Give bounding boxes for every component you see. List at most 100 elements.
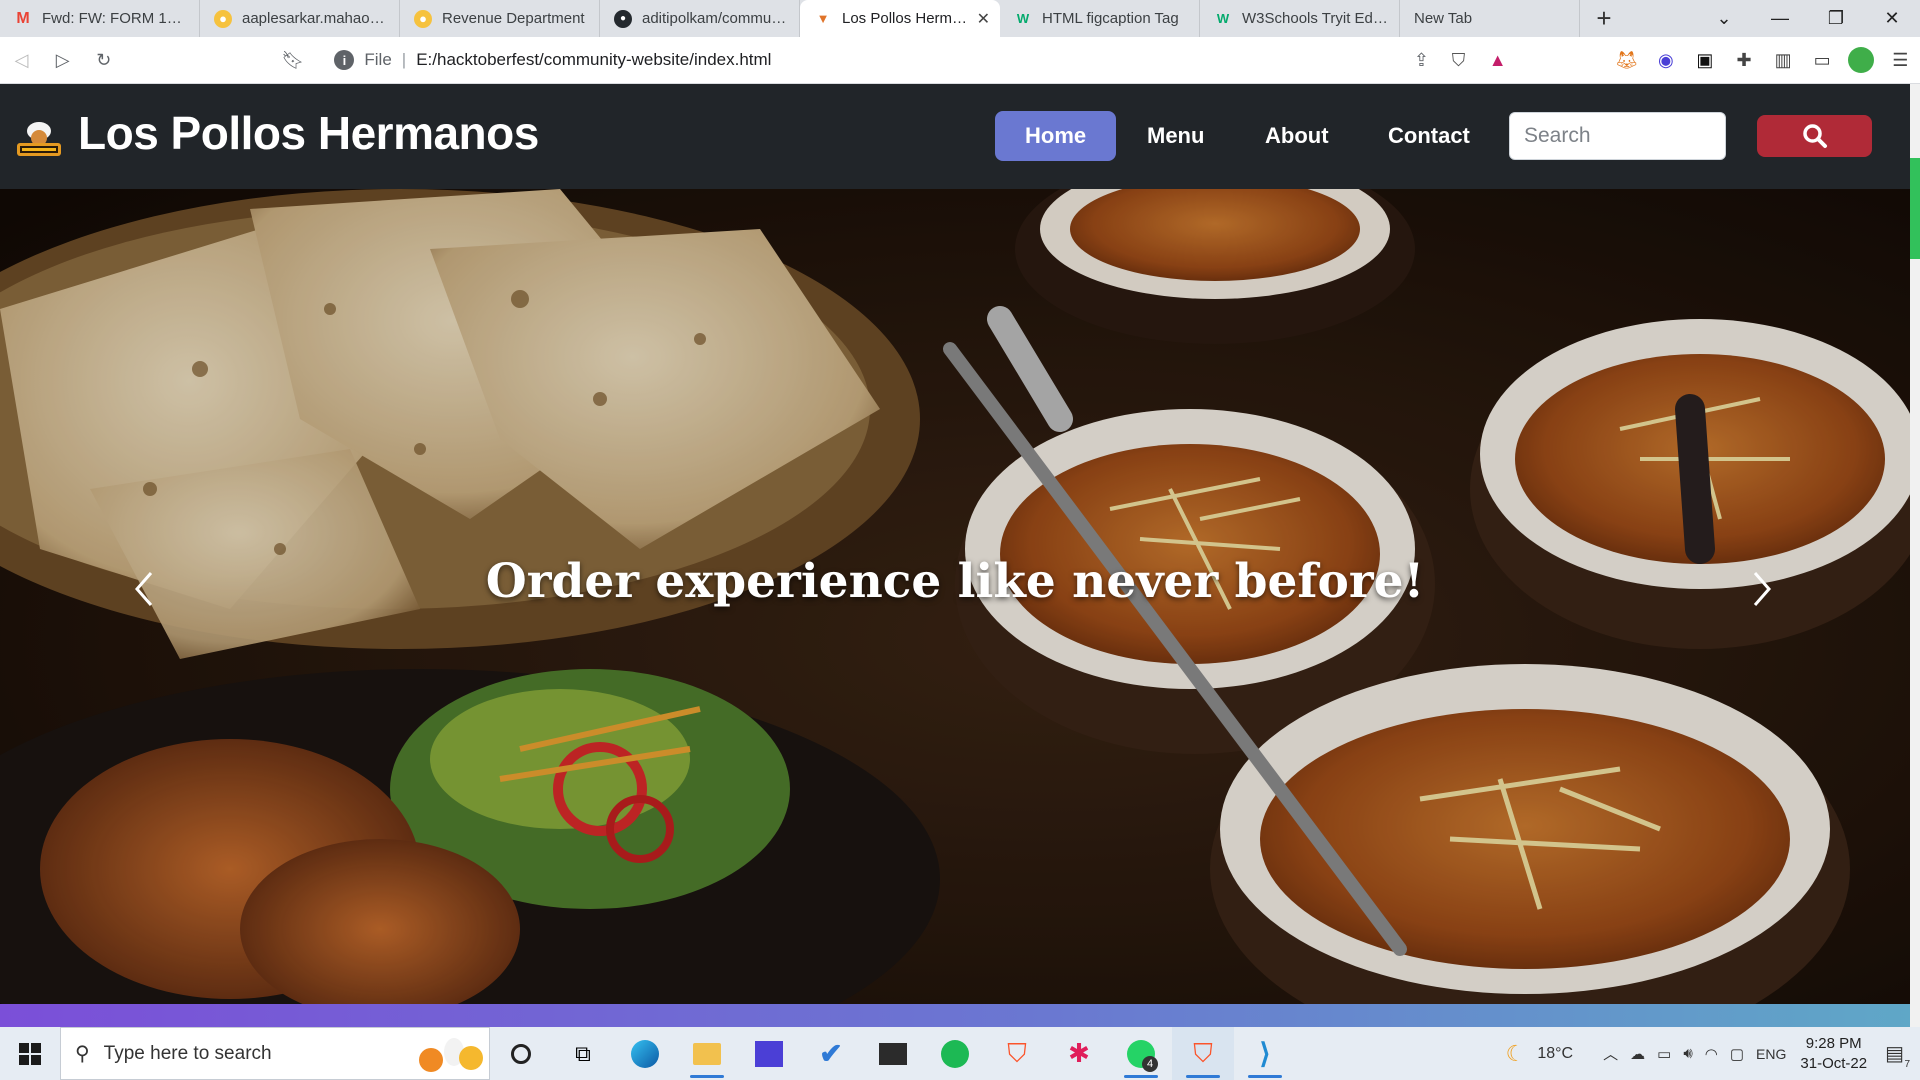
pizza-icon: ▼	[816, 11, 830, 26]
nav-home[interactable]: Home	[995, 111, 1117, 161]
menu-icon[interactable]: ☰	[1881, 42, 1920, 78]
search-button[interactable]	[1757, 115, 1872, 157]
tab-tryit-editor[interactable]: W W3Schools Tryit Editor	[1200, 0, 1400, 37]
clock-date: 31-Oct-22	[1800, 1054, 1868, 1072]
extension-icon[interactable]: ◉	[1646, 42, 1685, 78]
windows-start-button[interactable]	[0, 1027, 60, 1080]
edge-icon[interactable]	[614, 1027, 676, 1080]
w3schools-icon: W	[1216, 11, 1230, 26]
vscode-icon[interactable]: ⟩	[1234, 1027, 1296, 1080]
metamask-icon[interactable]: 🦊︎	[1607, 42, 1646, 78]
system-tray: ☾ 18°C ︿ ☁ ▭ 🔊︎ ◠ ▢ ENG 9:28 PM 31-Oct-2…	[1500, 1027, 1920, 1080]
tab-revenue-department[interactable]: ● Revenue Department	[400, 0, 600, 37]
tab-title: New Tab	[1414, 10, 1473, 27]
new-tab-button[interactable]: +	[1580, 0, 1628, 37]
close-window-button[interactable]: ✕	[1864, 0, 1920, 37]
spotify-icon[interactable]	[924, 1027, 986, 1080]
close-tab-icon[interactable]: ✕	[977, 9, 990, 29]
hero-caption: Order experience like never before!	[485, 554, 1425, 609]
sidebar-icon[interactable]: ▥	[1764, 42, 1803, 78]
search-input[interactable]	[1509, 112, 1726, 160]
site-brand[interactable]: Los Pollos Hermanos	[78, 106, 539, 160]
brave-browser-active-icon[interactable]: ⛉	[1172, 1027, 1234, 1080]
language-indicator[interactable]: ENG	[1756, 1046, 1786, 1062]
w3schools-icon: W	[1016, 11, 1030, 26]
hero-carousel: Order experience like never before!	[0, 189, 1910, 1004]
nav-contact[interactable]: Contact	[1358, 111, 1500, 161]
info-icon[interactable]: i	[334, 50, 355, 70]
forward-icon[interactable]: ▷	[43, 42, 82, 78]
wallet-icon[interactable]: ▭	[1803, 42, 1842, 78]
notification-count: 7	[1904, 1059, 1910, 1070]
emblem-icon: ●	[214, 9, 232, 28]
terminal-icon[interactable]	[862, 1027, 924, 1080]
cortana-icon[interactable]	[490, 1027, 552, 1080]
clock-time: 9:28 PM	[1805, 1034, 1862, 1052]
url-separator: |	[401, 50, 407, 69]
reload-icon[interactable]: ↻	[84, 42, 123, 78]
nav-menu[interactable]: Menu	[1117, 111, 1234, 161]
bookmark-icon[interactable]: 🔖︎	[273, 42, 312, 78]
minimize-button[interactable]: —	[1752, 0, 1808, 37]
tab-title: Fwd: FW: FORM 16 - ac	[42, 10, 189, 27]
taskbar-search-placeholder: Type here to search	[103, 1042, 272, 1064]
tab-gmail[interactable]: M Fwd: FW: FORM 16 - ac	[0, 0, 200, 37]
url-scheme: File	[364, 50, 392, 69]
website-viewport: Los Pollos Hermanos Home Menu About Cont…	[0, 84, 1920, 1027]
weather-temperature[interactable]: 18°C	[1537, 1045, 1573, 1063]
tab-title: Los Pollos Hermanos	[842, 10, 969, 27]
search-icon	[1802, 124, 1827, 148]
browser-toolbar: ◁ ▷ ↻ 🔖︎ i File | E:/hacktoberfest/commu…	[0, 37, 1920, 84]
tab-new-tab[interactable]: New Tab	[1400, 0, 1580, 37]
brave-icon[interactable]: ⛉	[986, 1027, 1048, 1080]
emblem-icon: ●	[414, 9, 432, 28]
wifi-icon[interactable]: ◠	[1705, 1045, 1718, 1063]
tab-figcaption[interactable]: W HTML figcaption Tag	[1000, 0, 1200, 37]
tab-search-chevron-icon[interactable]: ⌄	[1696, 0, 1752, 37]
browser-tab-strip: M Fwd: FW: FORM 16 - ac ● aaplesarkar.ma…	[0, 0, 1920, 37]
logo-icon[interactable]	[14, 117, 64, 162]
notifications-icon[interactable]: ▤ 7	[1885, 1041, 1910, 1070]
tab-title: Revenue Department	[442, 10, 585, 27]
address-bar[interactable]: i File | E:/hacktoberfest/community-webs…	[326, 43, 1439, 77]
url-text: E:/hacktoberfest/community-website/index…	[416, 50, 772, 69]
chevron-right-icon	[1753, 572, 1771, 606]
app-icon[interactable]	[738, 1027, 800, 1080]
profile-avatar[interactable]	[1842, 42, 1881, 78]
onedrive-icon[interactable]: ☁	[1630, 1045, 1645, 1063]
scrollbar-thumb[interactable]	[1910, 158, 1920, 259]
tab-title: W3Schools Tryit Editor	[1242, 10, 1389, 27]
share-icon[interactable]: ⇪	[1414, 50, 1429, 71]
device-icon[interactable]: ▢	[1730, 1045, 1744, 1063]
halloween-search-highlight	[419, 1037, 483, 1072]
github-icon: ●	[614, 9, 632, 28]
clock[interactable]: 9:28 PM 31-Oct-22	[1800, 1034, 1867, 1074]
taskbar-search-box[interactable]: ⚲ Type here to search	[60, 1027, 490, 1080]
puzzle-icon[interactable]: ✚	[1724, 42, 1763, 78]
task-view-icon[interactable]: ⧉	[552, 1027, 614, 1080]
nav-about[interactable]: About	[1235, 111, 1359, 161]
site-navbar: Los Pollos Hermanos Home Menu About Cont…	[0, 84, 1920, 189]
weather-moon-icon[interactable]: ☾	[1506, 1041, 1526, 1067]
brave-rewards-icon[interactable]: ▲	[1478, 42, 1517, 78]
whatsapp-icon[interactable]: 4	[1110, 1027, 1172, 1080]
slack-icon[interactable]: ✱	[1048, 1027, 1110, 1080]
back-icon[interactable]: ◁	[2, 42, 41, 78]
brave-shield-icon[interactable]: ⛉	[1439, 42, 1478, 78]
tab-los-pollos-hermanos[interactable]: ▼ Los Pollos Hermanos ✕	[800, 0, 1000, 37]
file-explorer-icon[interactable]	[676, 1027, 738, 1080]
tab-aaplesarkar[interactable]: ● aaplesarkar.mahaonline	[200, 0, 400, 37]
gmail-icon: M	[16, 9, 30, 27]
windows-logo-icon	[19, 1042, 41, 1065]
carousel-next-button[interactable]	[1738, 559, 1788, 619]
tab-title: aaplesarkar.mahaonline	[242, 10, 389, 27]
battery-icon[interactable]: ▭	[1657, 1045, 1671, 1063]
todo-icon[interactable]: ✔	[800, 1027, 862, 1080]
volume-icon[interactable]: 🔊︎	[1683, 1045, 1692, 1062]
extension-icon[interactable]: ▣	[1685, 42, 1724, 78]
tab-github[interactable]: ● aditipolkam/community	[600, 0, 800, 37]
search-icon: ⚲	[75, 1043, 90, 1065]
show-hidden-icons-chevron[interactable]: ︿	[1603, 1043, 1618, 1064]
restore-button[interactable]: ❐	[1808, 0, 1864, 37]
next-section-strip	[0, 1004, 1910, 1027]
